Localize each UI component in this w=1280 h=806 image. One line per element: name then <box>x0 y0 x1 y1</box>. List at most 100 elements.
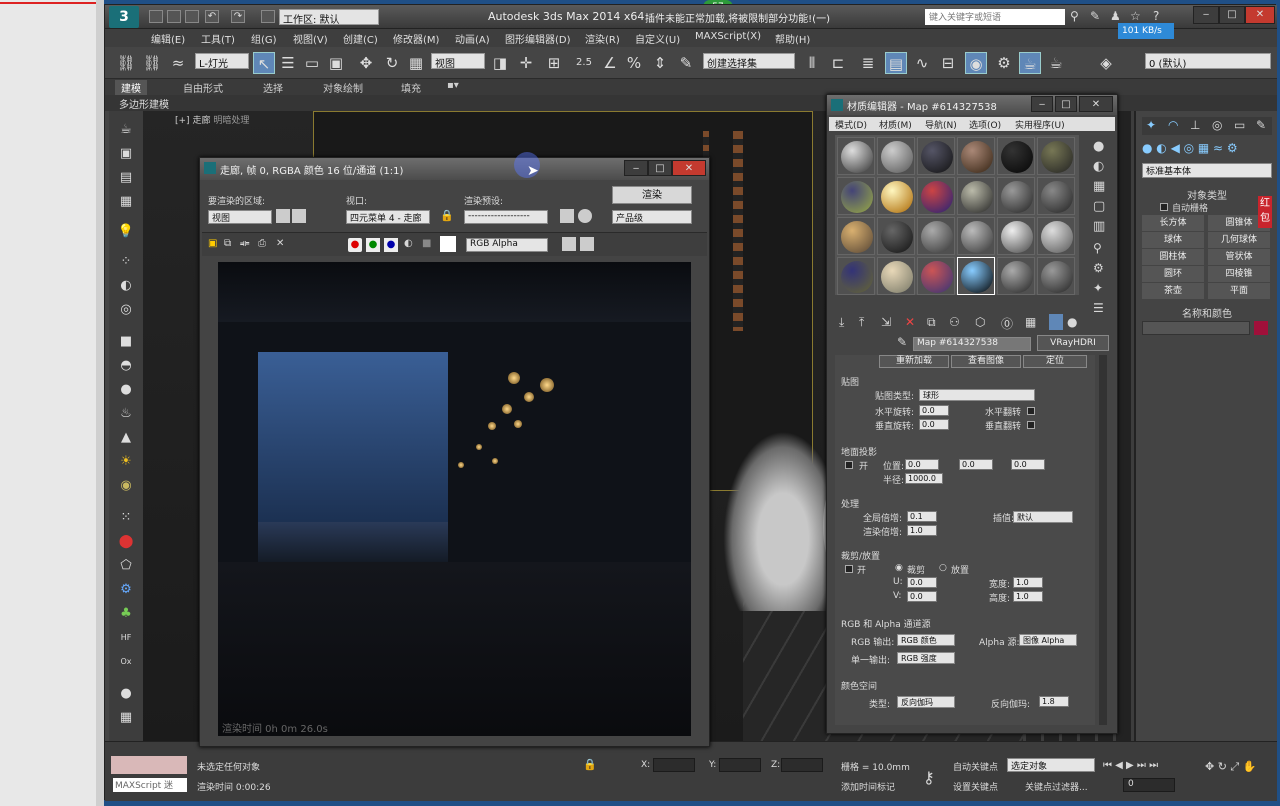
playback-controls[interactable]: ⏮ ◀ ▶ ⏭ ⏭ <box>1103 760 1158 771</box>
go-parent-icon[interactable]: ● <box>1067 315 1077 329</box>
edit-region-icon[interactable] <box>276 209 290 223</box>
menu-rendering[interactable]: 渲染(R) <box>585 31 620 46</box>
position-y-spinner[interactable]: 0.0 <box>959 459 993 470</box>
redo-icon[interactable]: ↷ <box>231 10 245 23</box>
motion-tab-icon[interactable]: ◎ <box>1212 118 1222 132</box>
reset-map-icon[interactable]: ✕ <box>905 315 915 329</box>
render-mult-spinner[interactable]: 1.0 <box>907 525 937 536</box>
get-material-icon[interactable]: ⤓ <box>839 315 844 330</box>
maximize-button[interactable]: □ <box>1219 6 1245 24</box>
undo-icon[interactable]: ↶ <box>205 10 219 23</box>
make-unique-icon[interactable]: ⚇ <box>949 315 960 329</box>
ground-projection-heading[interactable]: 地面投影 <box>841 445 877 458</box>
project-folder-icon[interactable] <box>261 10 275 23</box>
material-slot[interactable] <box>917 257 955 295</box>
maxscript-input[interactable]: MAXScript 迷 <box>113 778 187 792</box>
area-dropdown[interactable]: 视图 <box>208 210 272 224</box>
position-x-spinner[interactable]: 0.0 <box>905 459 939 470</box>
mat-maximize-button[interactable]: □ <box>1055 96 1077 112</box>
teapot-small-icon[interactable]: ♨ <box>116 405 136 423</box>
material-slot[interactable] <box>877 137 915 175</box>
y-coordinate-field[interactable] <box>719 758 761 772</box>
lock-viewport-icon[interactable]: 🔒 <box>440 209 454 222</box>
tools-icon[interactable]: ✎ <box>1090 9 1100 23</box>
teapot-icon[interactable]: ☕ <box>116 121 136 139</box>
alpha-source-dropdown[interactable]: 图像 Alpha <box>1019 634 1077 646</box>
show-shaded-icon[interactable]: ▦ <box>1025 315 1036 329</box>
interpolation-dropdown[interactable]: 默认 <box>1013 511 1073 523</box>
mat-menu-options[interactable]: 选项(O) <box>969 118 1001 131</box>
material-slot[interactable] <box>877 177 915 215</box>
menu-animation[interactable]: 动画(A) <box>455 31 490 46</box>
rgb-output-dropdown[interactable]: RGB 颜色 <box>897 634 955 646</box>
pyramid-button[interactable]: 四棱锥 <box>1208 266 1270 282</box>
h-flip-checkbox[interactable] <box>1027 407 1035 415</box>
material-slot[interactable] <box>957 137 995 175</box>
mat-minimize-button[interactable]: ‒ <box>1031 96 1053 112</box>
x-coordinate-field[interactable] <box>653 758 695 772</box>
menu-modifiers[interactable]: 修改器(M) <box>393 31 439 46</box>
selection-filter-dropdown[interactable]: L-灯光 <box>195 53 249 70</box>
create-subcategory-icons[interactable]: ● ◐ ◀ ◎ ▦ ≈ ⚙ <box>1142 141 1272 157</box>
color-space-heading[interactable]: 颜色空间 <box>841 679 877 692</box>
autogrid-checkbox[interactable] <box>1160 203 1168 211</box>
menu-customize[interactable]: 自定义(U) <box>635 31 680 46</box>
v-flip-checkbox[interactable] <box>1027 421 1035 429</box>
video-color-icon[interactable]: ▥ <box>1093 219 1105 234</box>
color-space-type-dropdown[interactable]: 反向伽玛 <box>897 696 955 708</box>
curve-editor-icon[interactable]: ∿ <box>911 52 933 74</box>
processing-heading[interactable]: 处理 <box>841 497 859 510</box>
workspace-dropdown[interactable]: 工作区: 默认 <box>279 9 379 26</box>
sphere-half-icon[interactable]: ◐ <box>116 277 136 295</box>
object-type-heading[interactable]: 对象类型 <box>1142 187 1272 202</box>
select-by-name-icon[interactable]: ☰ <box>277 52 299 74</box>
render-minimize-button[interactable]: ‒ <box>624 160 648 176</box>
pivot-icon[interactable]: ◨ <box>489 52 511 74</box>
white-sphere-icon[interactable]: ● <box>116 685 136 703</box>
crop-radio[interactable]: ◉ <box>895 563 903 573</box>
menu-help[interactable]: 帮助(H) <box>775 31 810 46</box>
layer-manager-icon[interactable]: ≣ <box>857 52 879 74</box>
material-slot[interactable] <box>877 217 915 255</box>
place-radio[interactable]: ○ <box>939 563 947 573</box>
material-id-icon[interactable]: ⓪ <box>1001 315 1013 332</box>
viewport-nav-icons[interactable]: ✥ ↻ ⤢ ✋ <box>1205 760 1256 774</box>
geosphere-button[interactable]: 几何球体 <box>1208 232 1270 248</box>
eyedropper-icon[interactable]: ✎ <box>897 335 907 349</box>
map-section-heading[interactable]: 贴图 <box>841 375 859 388</box>
material-slot[interactable] <box>837 137 875 175</box>
current-frame-field[interactable]: 0 <box>1123 778 1175 792</box>
layer-icon[interactable]: ◈ <box>1095 52 1117 74</box>
clone-window-icon[interactable]: ⟚ <box>240 238 249 249</box>
material-slot[interactable] <box>957 177 995 215</box>
torus-button[interactable]: 圆环 <box>1142 266 1204 282</box>
map-type-button[interactable]: VRayHDRI <box>1037 335 1109 351</box>
preset-dropdown[interactable]: ------------------- <box>464 210 548 224</box>
material-slot[interactable] <box>997 217 1035 255</box>
auto-region-icon[interactable] <box>292 209 306 223</box>
inverse-gamma-spinner[interactable]: 1.8 <box>1039 696 1069 707</box>
scale-icon[interactable]: ▦ <box>405 52 427 74</box>
render-setup-icon[interactable]: ⚙ <box>993 52 1015 74</box>
viewport-dropdown[interactable]: 四元菜单 4 - 走廊 <box>346 210 430 224</box>
menu-view[interactable]: 视图(V) <box>293 31 328 46</box>
red-channel-toggle[interactable]: ● <box>348 238 362 252</box>
view-image-button[interactable]: 查看图像 <box>951 355 1021 368</box>
angle-snap-icon[interactable]: ∠ <box>599 52 621 74</box>
teapot-button[interactable]: 茶壶 <box>1142 283 1204 299</box>
red-packet-tag[interactable]: 红包 <box>1258 196 1272 228</box>
mat-menu-navigation[interactable]: 导航(N) <box>925 118 957 131</box>
plant-icon[interactable]: ♣ <box>116 605 136 623</box>
display-tab-icon[interactable]: ▭ <box>1234 118 1245 132</box>
name-color-heading[interactable]: 名称和颜色 <box>1142 305 1272 320</box>
sun-icon[interactable]: ☀ <box>116 453 136 471</box>
name-field[interactable] <box>1142 321 1250 335</box>
tab-object-paint[interactable]: 对象绘制 <box>317 80 369 95</box>
material-slot[interactable] <box>1037 137 1075 175</box>
material-slot[interactable] <box>957 257 995 295</box>
grid-icon[interactable]: ▦ <box>116 193 136 211</box>
new-file-icon[interactable] <box>149 10 163 23</box>
menu-graph-editors[interactable]: 图形编辑器(D) <box>505 31 571 46</box>
material-slot[interactable] <box>917 217 955 255</box>
render-button[interactable]: 渲染 <box>612 186 692 204</box>
